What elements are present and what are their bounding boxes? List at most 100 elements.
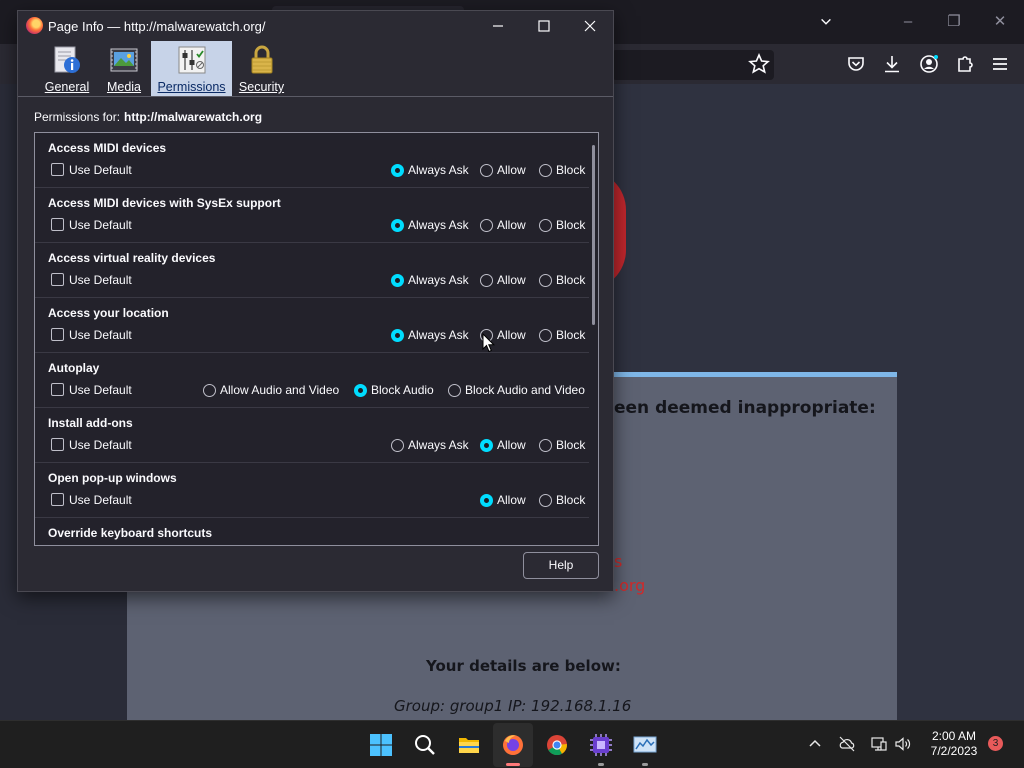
page-info-tabs: General Media Permissions Security <box>18 41 613 97</box>
radio-selected <box>480 493 493 507</box>
tab-permissions[interactable]: Permissions <box>151 41 232 96</box>
permission-title: Override keyboard shortcuts <box>48 526 213 540</box>
firefox-icon <box>26 17 43 34</box>
minimize-icon <box>493 25 503 27</box>
use-default-checkbox[interactable] <box>51 328 64 341</box>
app-menu-icon[interactable] <box>988 52 1012 76</box>
dialog-title: Page Info — http://malwarewatch.org/ <box>48 19 266 34</box>
tab-media[interactable]: Media <box>103 41 145 96</box>
option-label: Allow <box>497 163 526 177</box>
option-allow[interactable]: Allow <box>480 493 526 507</box>
start-button[interactable] <box>368 732 394 758</box>
radio <box>480 273 493 287</box>
tab-label: General <box>44 80 90 94</box>
blocked-site-line: s <box>614 552 623 571</box>
use-default-label: Use Default <box>69 328 132 342</box>
firefox-running-indicator <box>506 763 520 766</box>
option-allow[interactable]: Allow <box>480 218 526 232</box>
option-always-ask[interactable]: Always Ask <box>391 273 469 287</box>
option-always-ask[interactable]: Always Ask <box>391 163 469 177</box>
downloads-icon[interactable] <box>880 52 904 76</box>
pocket-icon[interactable] <box>844 52 868 76</box>
browser-close-icon[interactable]: ✕ <box>980 10 1020 34</box>
show-hidden-icons-button[interactable] <box>806 735 824 753</box>
cpu-app-icon <box>590 734 612 756</box>
use-default-checkbox[interactable] <box>51 218 64 231</box>
permission-title: Access virtual reality devices <box>48 251 216 265</box>
tab-label: Media <box>106 80 142 94</box>
option-allow-audio-and-video[interactable]: Allow Audio and Video <box>203 383 339 397</box>
radio <box>539 218 552 232</box>
taskbar-clock[interactable]: 2:00 AM 7/2/2023 <box>922 729 986 759</box>
use-default-checkbox[interactable] <box>51 163 64 176</box>
info-icon <box>54 46 80 73</box>
dialog-minimize-button[interactable] <box>475 11 521 41</box>
use-default-checkbox[interactable] <box>51 273 64 286</box>
account-icon[interactable] <box>917 52 941 76</box>
block-heading: een deemed inappropriate: <box>614 398 876 418</box>
taskbar-cpu-app[interactable] <box>588 732 614 758</box>
option-block-audio[interactable]: Block Audio <box>354 383 434 397</box>
network-icon <box>871 737 887 751</box>
option-block-audio-and-video[interactable]: Block Audio and Video <box>448 383 585 397</box>
option-always-ask[interactable]: Always Ask <box>391 218 469 232</box>
help-button[interactable]: Help <box>523 552 599 579</box>
dialog-titlebar[interactable]: Page Info — http://malwarewatch.org/ <box>18 11 613 41</box>
option-allow[interactable]: Allow <box>480 273 526 287</box>
taskbar-monitor-app[interactable] <box>632 732 658 758</box>
option-allow[interactable]: Allow <box>480 163 526 177</box>
details-group-line: Group: group1 IP: 192.168.1.16 <box>394 697 632 715</box>
bookmark-star-icon[interactable] <box>747 52 771 76</box>
maximize-icon <box>538 20 550 32</box>
taskbar-chrome[interactable] <box>544 732 570 758</box>
permission-title: Install add-ons <box>48 416 133 430</box>
browser-restore-icon[interactable]: ❐ <box>934 10 974 34</box>
option-allow[interactable]: Allow <box>480 438 526 452</box>
onedrive-tray-button[interactable] <box>838 735 856 753</box>
radio-selected <box>480 438 493 452</box>
use-default-checkbox[interactable] <box>51 383 64 396</box>
dialog-maximize-button[interactable] <box>521 11 567 41</box>
list-scrollbar[interactable] <box>592 145 595 325</box>
browser-minimize-icon[interactable]: – <box>888 10 928 34</box>
search-icon <box>415 735 435 755</box>
media-icon <box>110 48 138 72</box>
volume-tray-button[interactable] <box>894 735 912 753</box>
tab-security[interactable]: Security <box>238 41 285 96</box>
radio <box>539 273 552 287</box>
taskbar-firefox[interactable] <box>500 732 526 758</box>
option-always-ask[interactable]: Always Ask <box>391 438 469 452</box>
radio <box>539 493 552 507</box>
taskbar-file-explorer[interactable] <box>456 732 482 758</box>
option-label: Block <box>556 438 586 452</box>
dialog-close-button[interactable] <box>567 11 613 41</box>
option-label: Allow <box>497 328 526 342</box>
option-block[interactable]: Block <box>539 438 585 452</box>
permission-row: Access your location Use Default Always … <box>35 298 589 353</box>
extensions-icon[interactable] <box>953 52 977 76</box>
clock-time: 2:00 AM <box>931 729 977 743</box>
use-default-checkbox[interactable] <box>51 438 64 451</box>
use-default-label: Use Default <box>69 438 132 452</box>
network-tray-button[interactable] <box>870 735 888 753</box>
permissions-list[interactable]: Access MIDI devices Use Default Always A… <box>34 132 599 546</box>
cloud-off-icon <box>839 736 855 752</box>
tab-general[interactable]: General <box>44 41 90 96</box>
radio <box>539 438 552 452</box>
use-default-checkbox[interactable] <box>51 493 64 506</box>
option-block[interactable]: Block <box>539 328 585 342</box>
tab-list-chevron-icon[interactable] <box>806 10 846 34</box>
taskbar-search-button[interactable] <box>412 732 438 758</box>
option-block[interactable]: Block <box>539 273 585 287</box>
option-block[interactable]: Block <box>539 163 585 177</box>
notification-badge[interactable]: 3 <box>988 736 1003 751</box>
permission-row: Open pop-up windows Use Default Allow Bl… <box>35 463 589 518</box>
option-label: Block Audio and Video <box>465 383 585 397</box>
option-block[interactable]: Block <box>539 218 585 232</box>
permission-title: Access your location <box>48 306 169 320</box>
tab-label: Permissions <box>157 80 226 94</box>
option-always-ask[interactable]: Always Ask <box>391 328 469 342</box>
permissions-for-url: http://malwarewatch.org <box>124 110 263 124</box>
option-label: Allow <box>497 273 526 287</box>
option-block[interactable]: Block <box>539 493 585 507</box>
